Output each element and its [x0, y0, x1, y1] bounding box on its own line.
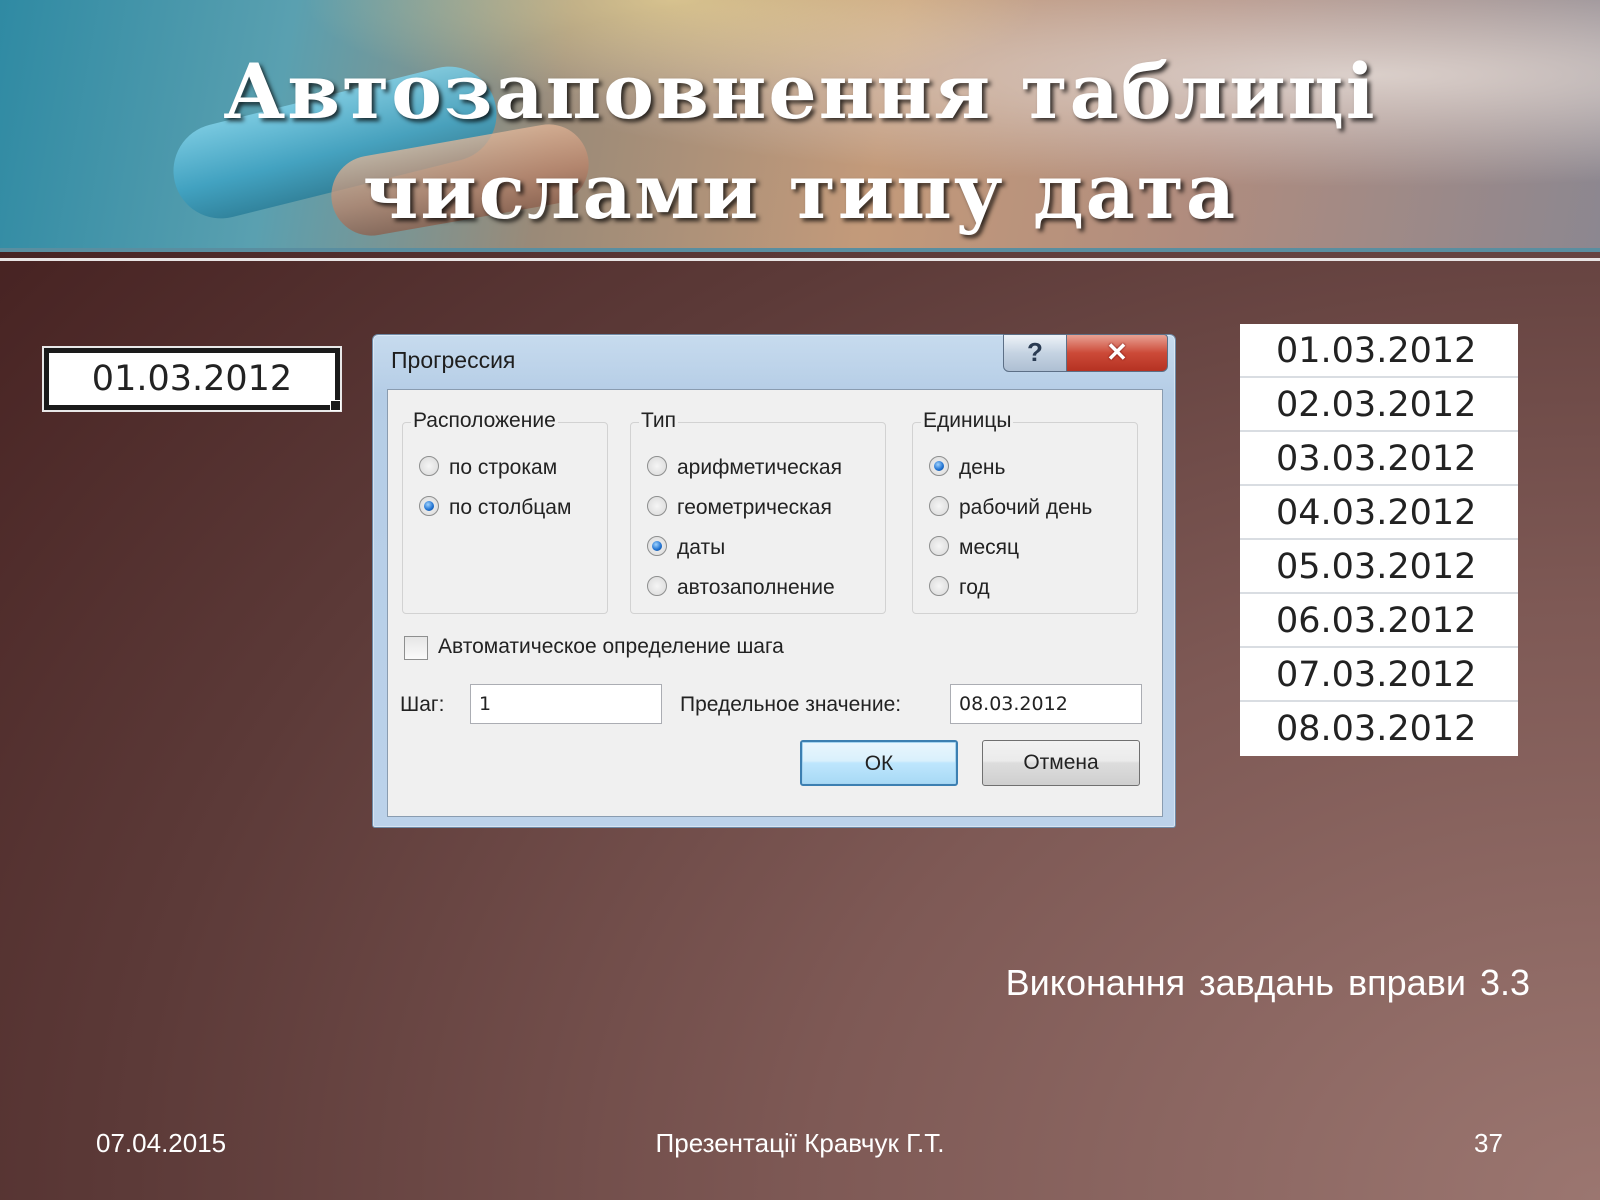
progression-dialog: Прогрессия ? ✕ Расположение по строкам п… [372, 334, 1176, 828]
radio-dates[interactable]: даты [647, 533, 725, 563]
result-cell: 04.03.2012 [1240, 486, 1518, 540]
title-line-2: числами типу дата [362, 147, 1238, 236]
radio-label: по строкам [449, 456, 558, 479]
radio-icon[interactable] [647, 456, 667, 477]
dialog-body: Расположение по строкам по столбцам Тип … [387, 389, 1163, 817]
ok-button[interactable]: ОК [800, 740, 958, 786]
radio-icon[interactable] [647, 496, 667, 517]
result-cell: 01.03.2012 [1240, 324, 1518, 378]
result-cell: 07.03.2012 [1240, 648, 1518, 702]
radio-by-rows[interactable]: по строкам [419, 453, 557, 483]
units-group: Единицы день рабочий день месяц год [912, 409, 1138, 614]
radio-label: даты [677, 536, 726, 559]
radio-icon[interactable] [929, 496, 949, 517]
fill-handle [330, 400, 341, 411]
header-banner: Автозаповнення таблиці числами типу дата [0, 0, 1600, 250]
result-cell: 05.03.2012 [1240, 540, 1518, 594]
location-group: Расположение по строкам по столбцам [402, 409, 608, 614]
radio-label: по столбцам [449, 496, 572, 519]
footer-page-number: 37 [1474, 1128, 1503, 1158]
limit-input[interactable]: 08.03.2012 [950, 684, 1142, 724]
type-legend: Тип [639, 409, 679, 433]
radio-workday[interactable]: рабочий день [929, 493, 1092, 523]
radio-icon[interactable] [647, 576, 667, 597]
radio-icon[interactable] [929, 576, 949, 597]
footer-author: Презентації Кравчук Г.Т. [655, 1128, 945, 1158]
radio-label: рабочий день [959, 496, 1093, 519]
radio-label: год [959, 576, 990, 599]
step-label: Шаг: [400, 693, 445, 716]
dialog-title: Прогрессия [391, 347, 516, 373]
slide-caption: Виконання завдань вправи 3.3 [1005, 962, 1530, 1003]
help-button[interactable]: ? [1003, 334, 1067, 372]
cancel-button[interactable]: Отмена [982, 740, 1140, 786]
radio-day[interactable]: день [929, 453, 1005, 483]
radio-selected-icon[interactable] [419, 496, 439, 517]
result-column: 01.03.2012 02.03.2012 03.03.2012 04.03.2… [1240, 324, 1518, 756]
radio-icon[interactable] [419, 456, 439, 477]
radio-label: автозаполнение [677, 576, 835, 599]
limit-label: Предельное значение: [680, 693, 902, 716]
radio-geometric[interactable]: геометрическая [647, 493, 832, 523]
location-legend: Расположение [411, 409, 558, 433]
slide-title: Автозаповнення таблиці числами типу дата [0, 42, 1600, 242]
header-divider [0, 258, 1600, 261]
radio-year[interactable]: год [929, 573, 990, 603]
start-cell-value: 01.03.2012 [91, 359, 293, 399]
result-cell: 03.03.2012 [1240, 432, 1518, 486]
radio-month[interactable]: месяц [929, 533, 1019, 563]
type-group: Тип арифметическая геометрическая даты а… [630, 409, 886, 614]
radio-label: арифметическая [677, 456, 842, 479]
radio-selected-icon[interactable] [647, 536, 667, 557]
close-button[interactable]: ✕ [1066, 334, 1168, 372]
radio-icon[interactable] [929, 536, 949, 557]
radio-label: месяц [959, 536, 1020, 559]
step-input[interactable]: 1 [470, 684, 662, 724]
start-cell: 01.03.2012 [42, 346, 342, 412]
radio-label: день [959, 456, 1006, 479]
auto-step-checkbox[interactable] [404, 636, 428, 660]
result-cell: 08.03.2012 [1276, 709, 1477, 749]
header-divider [0, 248, 1600, 252]
radio-by-columns[interactable]: по столбцам [419, 493, 571, 523]
result-cell: 02.03.2012 [1240, 378, 1518, 432]
radio-selected-icon[interactable] [929, 456, 949, 477]
radio-label: геометрическая [677, 496, 832, 519]
title-line-1: Автозаповнення таблиці [223, 47, 1377, 136]
result-cell: 06.03.2012 [1240, 594, 1518, 648]
radio-autofill[interactable]: автозаполнение [647, 573, 835, 603]
units-legend: Единицы [921, 409, 1014, 433]
auto-step-label: Автоматическое определение шага [438, 635, 784, 658]
radio-arithmetic[interactable]: арифметическая [647, 453, 842, 483]
